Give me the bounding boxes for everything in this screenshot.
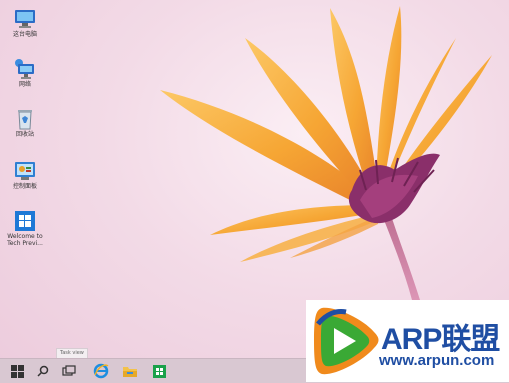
network-icon [12, 58, 38, 80]
file-explorer-icon [123, 367, 137, 377]
welcome-label: Welcome to Tech Previ... [7, 233, 43, 247]
network-label: 网络 [18, 81, 31, 88]
internet-explorer-button[interactable] [90, 361, 112, 381]
arp-watermark: ARP联盟 www.arpun.com [306, 300, 509, 382]
recycle-bin-icon [12, 108, 38, 130]
file-explorer-button[interactable] [119, 361, 141, 381]
control-panel-shortcut[interactable]: 控制面板 [2, 160, 48, 190]
control-panel-label: 控制面板 [12, 183, 37, 190]
this-pc-label: 这台电脑 [12, 31, 37, 38]
ie-icon [93, 363, 109, 379]
play-logo-icon [314, 307, 379, 375]
control-panel-icon [12, 160, 38, 182]
start-button[interactable] [6, 361, 28, 381]
search-icon [37, 365, 49, 377]
task-view-icon [62, 365, 76, 376]
network-shortcut[interactable]: 网络 [2, 58, 48, 88]
search-button[interactable] [32, 361, 54, 381]
recycle-bin-label: 回收站 [15, 131, 34, 138]
windows-logo-icon [12, 210, 38, 232]
store-button[interactable] [148, 361, 170, 381]
recycle-bin-shortcut[interactable]: 回收站 [2, 108, 48, 138]
start-icon [10, 364, 24, 378]
this-pc-shortcut[interactable]: 这台电脑 [2, 8, 48, 38]
computer-icon [12, 8, 38, 30]
watermark-url: www.arpun.com [379, 352, 495, 369]
welcome-shortcut[interactable]: Welcome to Tech Previ... [2, 210, 48, 247]
task-view-button[interactable] [58, 361, 80, 381]
store-icon [152, 364, 166, 378]
